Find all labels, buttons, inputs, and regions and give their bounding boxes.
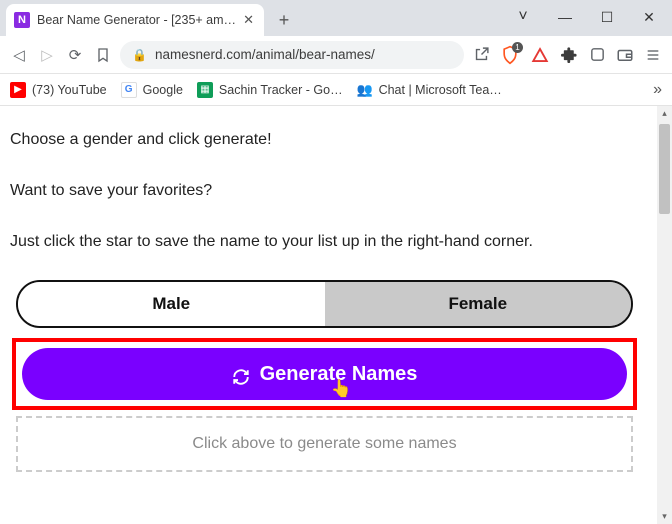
brave-shield-icon[interactable]: 1 [498,43,522,67]
new-tab-button[interactable]: + [270,6,298,34]
scrollbar-thumb[interactable] [659,124,670,214]
profile-icon[interactable] [586,44,608,66]
close-window-button[interactable]: ✕ [628,4,670,30]
youtube-icon: ▶ [10,82,26,98]
gender-toggle: Male Female [16,280,633,328]
window-titlebar: N Bear Name Generator - [235+ am… ✕ + ˅ … [0,0,672,36]
bookmark-current-icon[interactable] [92,44,114,66]
url-text: namesnerd.com/animal/bear-names/ [155,47,375,62]
tab-search-icon[interactable]: ˅ [502,4,544,30]
sheets-icon: ▦ [197,82,213,98]
tab-title: Bear Name Generator - [235+ am… [37,13,236,27]
refresh-icon [232,365,250,383]
bookmark-label: Sachin Tracker - Go… [219,83,343,97]
intro-line-3: Just click the star to save the name to … [10,230,643,255]
menu-icon[interactable] [642,44,664,66]
generate-highlight-box: Generate Names 👆 [12,338,637,410]
share-icon[interactable] [470,44,492,66]
bookmark-label: Chat | Microsoft Tea… [379,83,502,97]
bookmarks-bar: ▶ (73) YouTube G Google ▦ Sachin Tracker… [0,74,672,106]
lock-icon: 🔒 [132,48,147,62]
back-button[interactable]: ◁ [8,44,30,66]
generate-label: Generate Names [260,359,418,390]
wallet-icon[interactable] [614,44,636,66]
forward-button[interactable]: ▷ [36,44,58,66]
bookmark-label: (73) YouTube [32,83,107,97]
minimize-button[interactable]: — [544,4,586,30]
bookmark-youtube[interactable]: ▶ (73) YouTube [10,82,107,98]
scroll-up-button[interactable]: ▴ [657,106,672,121]
page-content: Choose a gender and click generate! Want… [0,106,657,472]
teams-icon: 👥 [357,82,373,98]
google-icon: G [121,82,137,98]
generate-names-button[interactable]: Generate Names [22,348,627,400]
bookmark-teams[interactable]: 👥 Chat | Microsoft Tea… [357,82,502,98]
intro-line-2: Want to save your favorites? [10,179,643,204]
tab-favicon: N [14,12,30,28]
gender-male-button[interactable]: Male [18,282,325,326]
gender-female-button[interactable]: Female [325,282,632,326]
scroll-down-button[interactable]: ▾ [657,509,672,524]
browser-tab[interactable]: N Bear Name Generator - [235+ am… ✕ [6,4,264,36]
window-controls: ˅ — ☐ ✕ [502,4,672,36]
browser-toolbar: ◁ ▷ ⟳ 🔒 namesnerd.com/animal/bear-names/… [0,36,672,74]
placeholder-text: Click above to generate some names [192,432,456,457]
bookmark-sheets[interactable]: ▦ Sachin Tracker - Go… [197,82,343,98]
bookmark-google[interactable]: G Google [121,82,183,98]
bookmarks-overflow-icon[interactable]: » [653,81,662,99]
intro-line-1: Choose a gender and click generate! [10,128,643,153]
extensions-puzzle-icon[interactable] [558,44,580,66]
page-viewport: Choose a gender and click generate! Want… [0,106,672,524]
reload-button[interactable]: ⟳ [64,44,86,66]
bookmark-label: Google [143,83,183,97]
extension-triangle-icon[interactable] [528,43,552,67]
shield-badge: 1 [512,42,523,53]
close-tab-icon[interactable]: ✕ [243,12,254,28]
results-placeholder: Click above to generate some names [16,416,633,472]
maximize-button[interactable]: ☐ [586,4,628,30]
address-bar[interactable]: 🔒 namesnerd.com/animal/bear-names/ [120,41,464,69]
